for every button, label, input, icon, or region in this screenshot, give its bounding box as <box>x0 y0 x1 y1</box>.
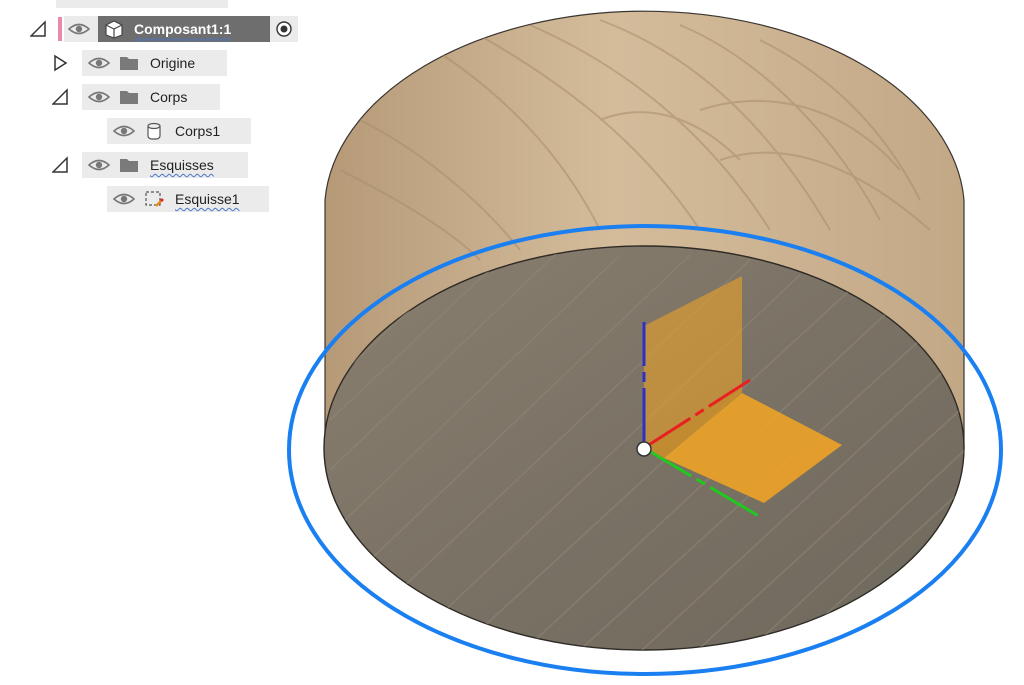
visibility-eye-icon[interactable] <box>68 22 90 36</box>
component-chip[interactable] <box>64 16 98 42</box>
visibility-eye-icon[interactable] <box>88 90 110 104</box>
folder-icon <box>120 57 138 70</box>
sketch-icon <box>145 191 164 207</box>
collapse-toggle-icon[interactable] <box>30 20 46 38</box>
visibility-eye-icon[interactable] <box>113 192 135 206</box>
corps1-chip[interactable]: Corps1 <box>107 118 251 144</box>
corps-chip[interactable]: Corps <box>82 84 220 110</box>
expand-toggle-icon[interactable] <box>52 54 68 72</box>
component-label: Composant1:1 <box>134 21 232 37</box>
origin-point[interactable] <box>636 441 652 457</box>
component-label-chip[interactable]: Composant1:1 <box>98 16 270 42</box>
tree-row-origine: Origine <box>0 50 240 76</box>
esquisses-chip[interactable]: Esquisses <box>82 152 248 178</box>
component-icon <box>105 20 123 39</box>
visibility-eye-icon[interactable] <box>113 124 135 138</box>
activate-radio-icon <box>276 21 292 37</box>
collapse-toggle-icon[interactable] <box>52 156 68 174</box>
tree-chip-cutoff[interactable] <box>56 0 228 8</box>
corps-label: Corps <box>150 89 188 105</box>
esquisse1-chip[interactable]: Esquisse1 <box>107 186 269 212</box>
tree-row-esquisse1: Esquisse1 <box>0 186 280 212</box>
origine-label: Origine <box>150 55 196 71</box>
esquisse1-label: Esquisse1 <box>175 191 240 207</box>
tree-row-cutoff <box>20 0 240 8</box>
tree-row-component: Composant1:1 <box>0 16 310 42</box>
visibility-eye-icon[interactable] <box>88 56 110 70</box>
active-component-marker <box>58 17 62 41</box>
esquisses-label: Esquisses <box>150 157 214 173</box>
activate-component-radio[interactable] <box>270 16 298 42</box>
collapse-toggle-icon[interactable] <box>52 88 68 106</box>
visibility-eye-icon[interactable] <box>88 158 110 172</box>
tree-row-corps1: Corps1 <box>0 118 260 144</box>
tree-row-corps: Corps <box>0 84 240 110</box>
corps1-label: Corps1 <box>175 123 221 139</box>
body-cylinder-icon <box>147 122 161 140</box>
folder-icon <box>120 159 138 172</box>
folder-icon <box>120 91 138 104</box>
origine-chip[interactable]: Origine <box>82 50 227 76</box>
tree-row-esquisses: Esquisses <box>0 152 260 178</box>
